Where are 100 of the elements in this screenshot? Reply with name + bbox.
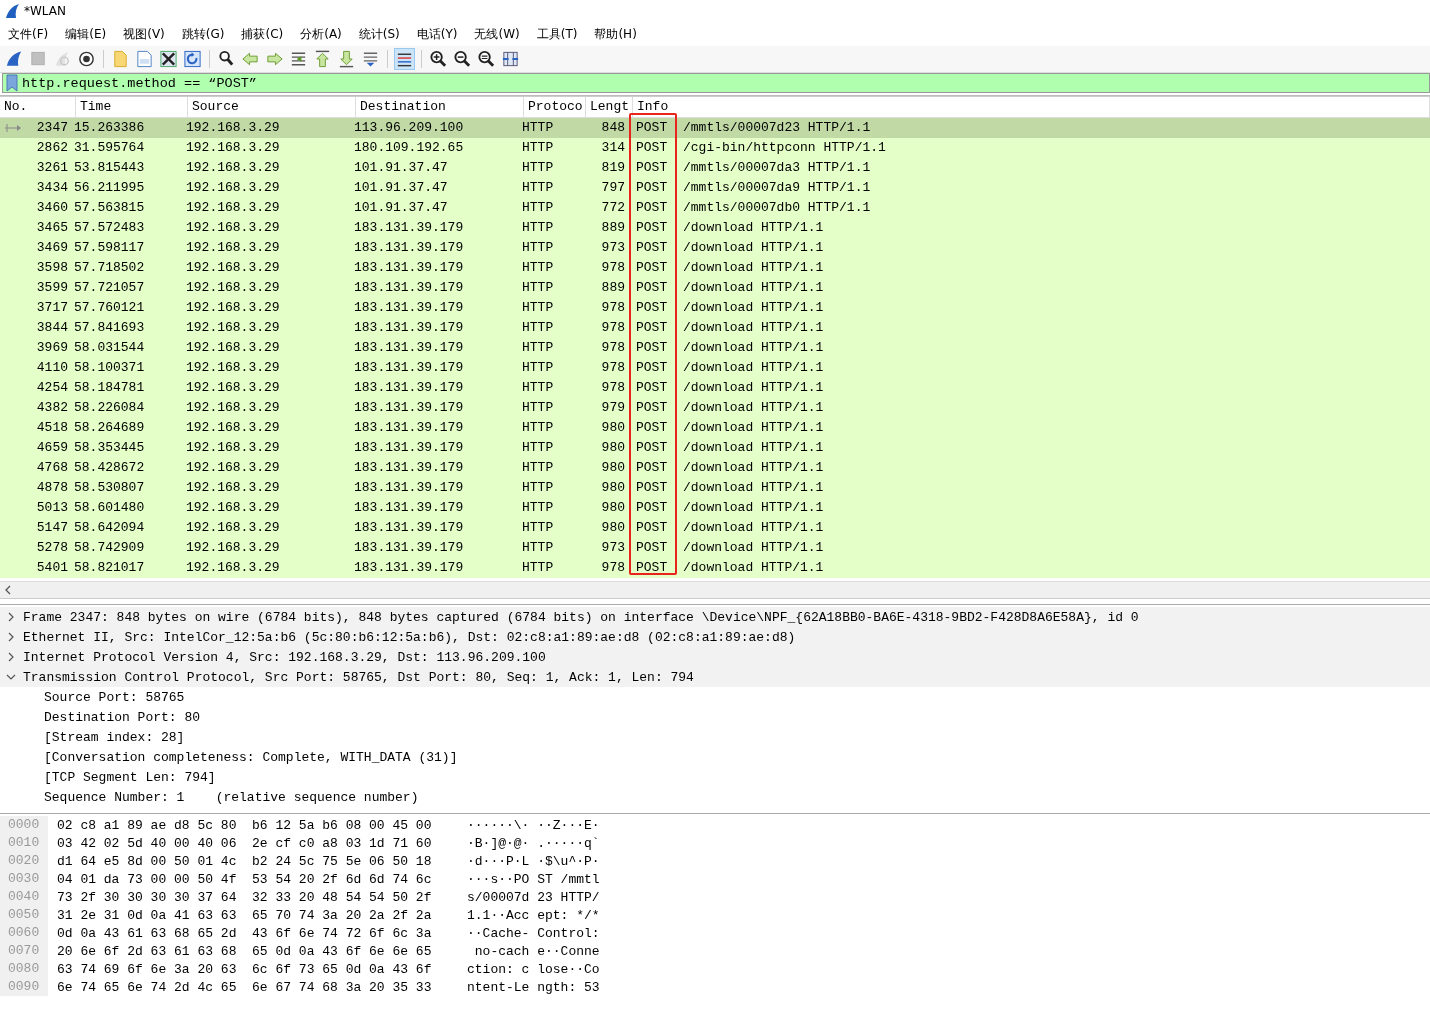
ascii-bytes: ···s··PO ST /mmtl [467, 871, 600, 887]
table-cell-text: 192.168.3.29 [185, 179, 281, 197]
scroll-left-icon[interactable] [4, 585, 12, 595]
filter-field[interactable]: http.request.method == “POST” [2, 73, 1430, 93]
table-cell-text: 772 [600, 199, 626, 217]
table-cell-text: 192.168.3.29 [185, 419, 281, 437]
column-header[interactable]: Lengt [586, 97, 633, 117]
table-cell-text: 973 [600, 539, 626, 557]
table-cell-text: 192.168.3.29 [185, 539, 281, 557]
table-cell-text: 889 [600, 279, 626, 297]
table-cell-text: 192.168.3.29 [185, 219, 281, 237]
hex-bytes: d1 64 e5 8d 00 50 01 4c b2 24 5c 75 5e 06 50 18 [57, 853, 433, 869]
table-cell-text: 57.721057 [73, 279, 146, 297]
table-cell-text: 3460 [35, 199, 69, 217]
hex-bytes: 73 2f 30 30 30 30 37 64 32 33 20 48 54 54 50 2f [57, 889, 433, 905]
collapse-chevron-icon[interactable] [6, 672, 16, 682]
column-header[interactable]: Source [188, 97, 356, 117]
ascii-bytes: 1.1··Acc ept: */* [467, 907, 600, 923]
table-cell-text: 192.168.3.29 [185, 299, 281, 317]
hex-bytes: 31 2e 31 0d 0a 41 63 63 65 70 74 3a 20 2a 2f 2a [57, 907, 433, 923]
table-cell-text: 183.131.39.179 [353, 539, 465, 557]
table-cell-text: /download HTTP/1.1 [682, 459, 825, 477]
table-cell-text: HTTP [521, 119, 555, 137]
ascii-bytes: ntent-Le ngth: 53 [467, 979, 600, 995]
table-cell-text: 980 [600, 459, 626, 477]
tree-item[interactable]: Frame 2347: 848 bytes on wire (6784 bits), 848 bytes captured (6784 bits) on interface \Device\NPF_{62A18BB0-BA6E-4318-9BD2-F428D8A6E58A}, id 0 [0, 607, 1430, 627]
hex-bytes: 6e 74 65 6e 74 2d 4c 65 6e 67 74 68 3a 20 35 33 [57, 979, 433, 995]
table-cell-text: 192.168.3.29 [185, 479, 281, 497]
tree-item[interactable]: Internet Protocol Version 4, Src: 192.168.3.29, Dst: 113.96.209.100 [0, 647, 1430, 667]
table-cell-text: 192.168.3.29 [185, 139, 281, 157]
menu-item[interactable]: 捕获(C) [241, 25, 293, 43]
menu-item[interactable]: 视图(V) [123, 25, 174, 43]
table-cell-text: 4878 [35, 479, 69, 497]
packet-row[interactable]: 2347 15.263386 192.168.3.29 113.96.209.100 HTTP 848 POST /mmtls/00007d23 HTTP/1.1 [0, 118, 1430, 138]
tree-item[interactable]: Ethernet II, Src: IntelCor_12:5a:b6 (5c:80:b6:12:5a:b6), Dst: 02:c8:a1:89:ae:d8 (02:c8:a1:89:ae:d8) [0, 627, 1430, 647]
menu-item[interactable]: 无线(W) [474, 25, 529, 43]
ascii-bytes: ction: c lose··Co [467, 961, 600, 977]
column-header[interactable]: No. [0, 97, 76, 117]
table-cell-text: HTTP [521, 139, 555, 157]
table-cell-text: /download HTTP/1.1 [682, 419, 825, 437]
table-cell-text: 980 [600, 439, 626, 457]
up-arrow-button[interactable] [312, 48, 333, 70]
byte-offset: 0040 [0, 888, 48, 906]
table-cell-text: POST [635, 339, 669, 357]
reload-button[interactable] [182, 48, 203, 70]
tree-item-text: Frame 2347: 848 bytes on wire (6784 bits), 848 bytes captured (6784 bits) on interface \Device\NPF_{62A18BB0-BA6E-4318-9BD2-F428D8A6E58A}, id 0 [23, 609, 1139, 625]
table-cell-text: 2862 [35, 139, 69, 157]
table-cell-text: 15.263386 [73, 119, 146, 137]
close-file-icon [159, 49, 178, 69]
zoom-out-icon [453, 49, 472, 69]
table-cell-text: HTTP [521, 559, 555, 577]
table-cell-text: 3844 [35, 319, 69, 337]
table-cell-text: 192.168.3.29 [185, 459, 281, 477]
table-cell-text: POST [635, 379, 669, 397]
horizontal-scrollbar[interactable] [0, 581, 1430, 599]
table-cell-text: 183.131.39.179 [353, 219, 465, 237]
menu-item[interactable]: 分析(A) [300, 25, 351, 43]
column-header[interactable]: Protoco [524, 97, 586, 117]
column-header[interactable]: Destination [356, 97, 524, 117]
filter-text: http.request.method == “POST” [22, 75, 257, 91]
table-cell-text: 3598 [35, 259, 69, 277]
menu-item[interactable]: 跳转(G) [181, 25, 234, 43]
table-cell-text: /mmtls/00007da3 HTTP/1.1 [682, 159, 872, 177]
table-cell-text: /mmtls/00007db0 HTTP/1.1 [682, 199, 872, 217]
table-cell-text: /download HTTP/1.1 [682, 259, 825, 277]
table-cell-text: 980 [600, 419, 626, 437]
table-cell-text: 192.168.3.29 [185, 339, 281, 357]
table-cell-text: 101.91.37.47 [353, 159, 449, 177]
table-cell-text: /download HTTP/1.1 [682, 539, 825, 557]
menu-item[interactable]: 帮助(H) [594, 25, 646, 43]
table-cell-text: HTTP [521, 159, 555, 177]
hex-bytes: 04 01 da 73 00 00 50 4f 53 54 20 2f 6d 6d 74 6c [57, 871, 433, 887]
table-cell-text: 980 [600, 499, 626, 517]
table-cell-text: 978 [600, 559, 626, 577]
table-cell-text: 58.353445 [73, 439, 146, 457]
column-header[interactable]: Time [76, 97, 188, 117]
table-cell-text: 192.168.3.29 [185, 439, 281, 457]
table-cell-text: 5013 [35, 499, 69, 517]
colorize-button[interactable] [394, 48, 415, 70]
menu-item[interactable]: 统计(S) [358, 25, 409, 43]
menu-item[interactable]: 编辑(E) [65, 25, 116, 43]
app-logo-icon [4, 3, 20, 19]
table-cell-text: 3717 [35, 299, 69, 317]
tree-item[interactable]: Transmission Control Protocol, Src Port: 58765, Dst Port: 80, Seq: 1, Ack: 1, Len: 794 [0, 667, 1430, 687]
down-arrow-button[interactable] [336, 48, 357, 70]
close-file-button[interactable] [158, 48, 179, 70]
menu-item[interactable]: 电话(Y) [416, 25, 467, 43]
bookmark-icon[interactable] [6, 74, 18, 92]
menu-item[interactable]: 文件(F) [8, 25, 58, 43]
table-cell-text: 192.168.3.29 [185, 119, 281, 137]
tree-item-text: [TCP Segment Len: 794] [44, 769, 216, 785]
column-header[interactable]: Info [633, 97, 1430, 117]
byte-offset: 0060 [0, 924, 48, 942]
tree-item-text: Transmission Control Protocol, Src Port: 58765, Dst Port: 80, Seq: 1, Ack: 1, Len: 794 [23, 669, 694, 685]
menu-item[interactable]: 工具(T) [536, 25, 587, 43]
byte-offset: 0090 [0, 978, 48, 996]
table-cell-text: 183.131.39.179 [353, 339, 465, 357]
ascii-bytes: no-cach e··Conne [473, 943, 600, 959]
table-cell-text: 183.131.39.179 [353, 399, 465, 417]
table-cell-text: 3434 [35, 179, 69, 197]
